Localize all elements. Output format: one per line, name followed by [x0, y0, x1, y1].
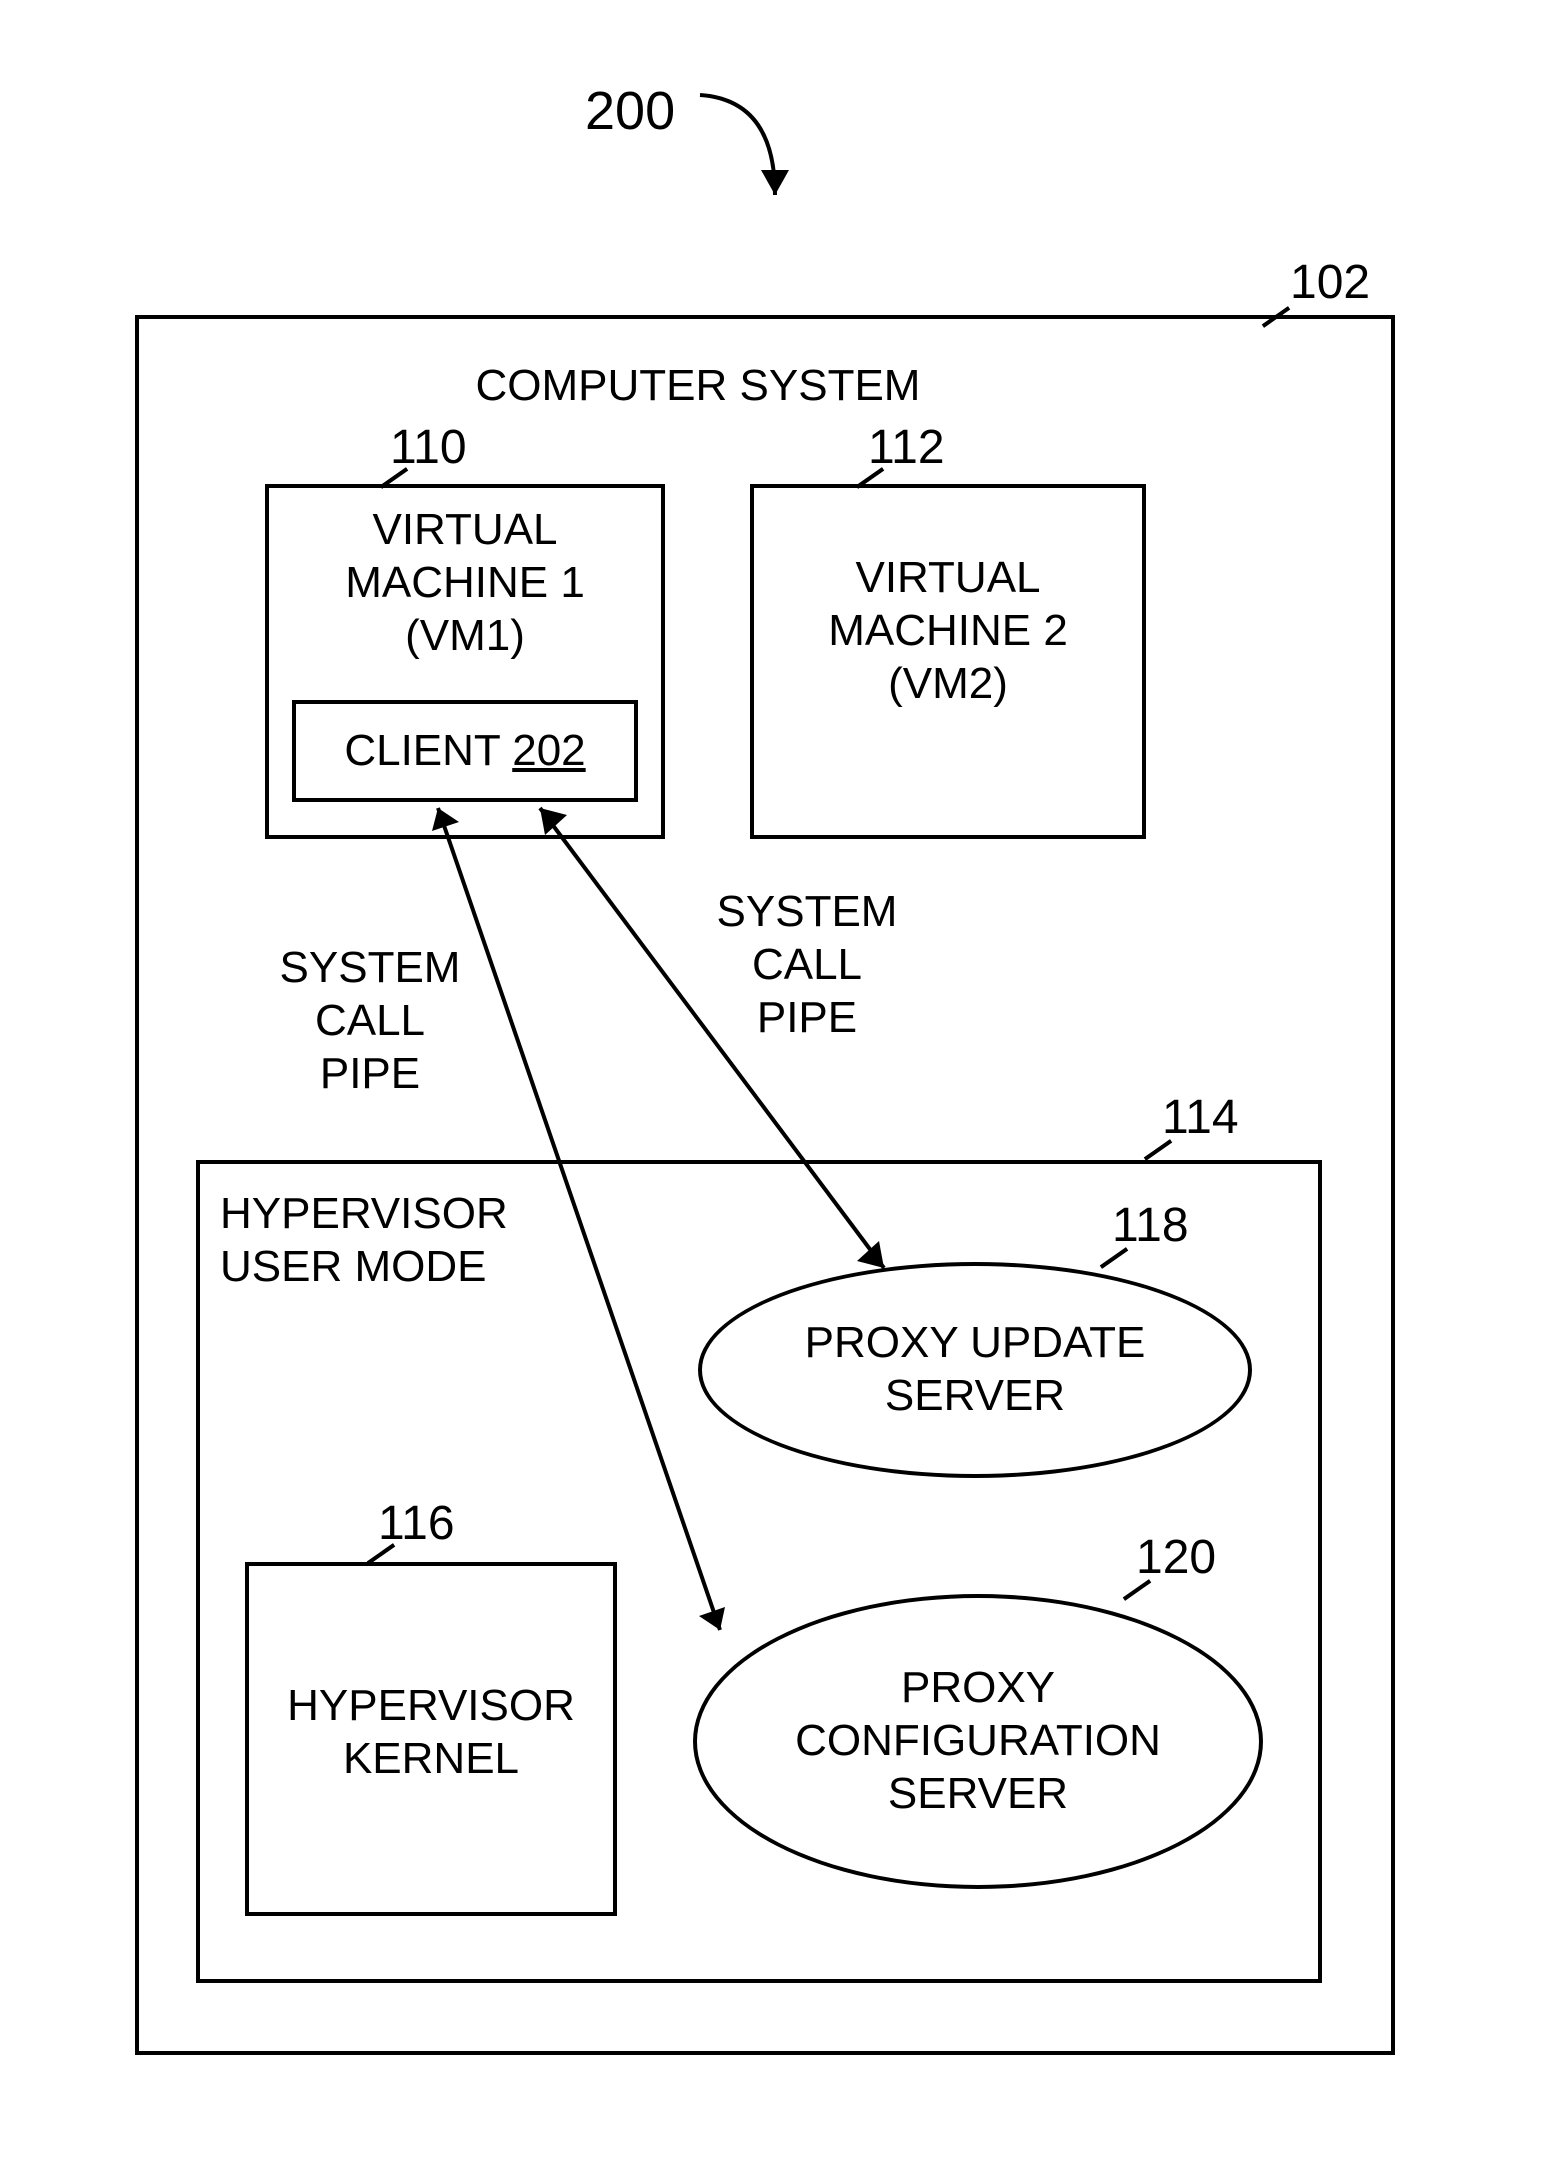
hum-l2: USER MODE [220, 1242, 486, 1291]
pus-l2: SERVER [885, 1371, 1065, 1420]
hum-l1: HYPERVISOR [220, 1189, 508, 1238]
hyp-user-mode-label: HYPERVISOR USER MODE [220, 1188, 540, 1294]
pcs-l2: CONFIGURATION [795, 1716, 1161, 1765]
proxy-update-ellipse: PROXY UPDATE SERVER [698, 1262, 1252, 1478]
proxy-update-ref-label: 118 [1112, 1198, 1189, 1253]
hk-l2: KERNEL [343, 1734, 519, 1783]
proxy-config-ref-label: 120 [1136, 1530, 1216, 1585]
diagram-root: 200 102 COMPUTER SYSTEM 110 VIRTUAL MACH… [0, 0, 1560, 2169]
hyp-kernel-ref-label: 116 [378, 1496, 455, 1551]
arrow2-l2: CALL [752, 940, 862, 989]
arrow-syscall-pipe-right-label: SYSTEM CALL PIPE [692, 886, 922, 1044]
proxy-config-ellipse: PROXY CONFIGURATION SERVER [693, 1594, 1263, 1889]
hyp-kernel-label: HYPERVISOR KERNEL [245, 1680, 617, 1786]
pcs-l3: SERVER [888, 1769, 1068, 1818]
arrow2-l1: SYSTEM [717, 887, 898, 936]
hyp-user-ref-label: 114 [1162, 1090, 1239, 1145]
arrow2-l3: PIPE [757, 993, 857, 1042]
hk-l1: HYPERVISOR [287, 1681, 575, 1730]
pus-l1: PROXY UPDATE [805, 1318, 1146, 1367]
pcs-l1: PROXY [901, 1663, 1055, 1712]
